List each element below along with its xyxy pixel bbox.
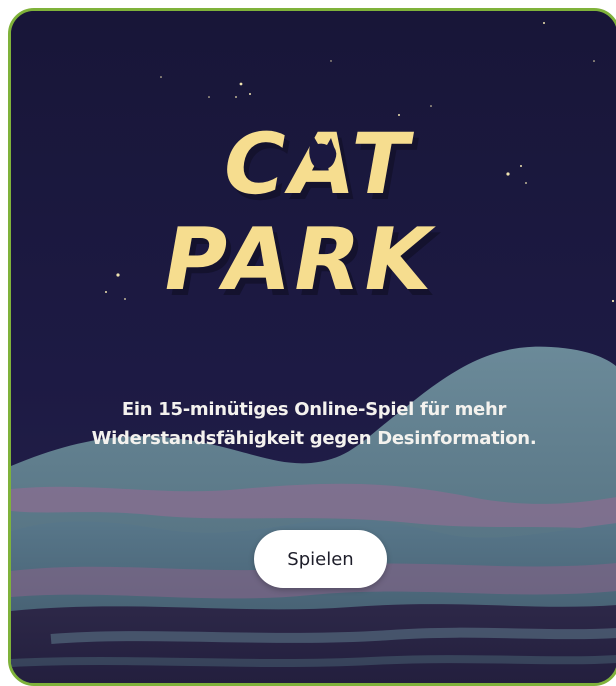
- game-card: CAT PARK CAT PARK Ein 15-minütiges Onlin…: [8, 8, 616, 686]
- tagline-line-2: Widerstandsfähigkeit gegen Desinformatio…: [91, 428, 537, 449]
- tagline: Ein 15-minütiges Online-Spiel für mehr W…: [11, 395, 616, 453]
- play-button[interactable]: Spielen: [254, 530, 387, 588]
- tagline-line-1: Ein 15-minütiges Online-Spiel für mehr: [121, 399, 507, 420]
